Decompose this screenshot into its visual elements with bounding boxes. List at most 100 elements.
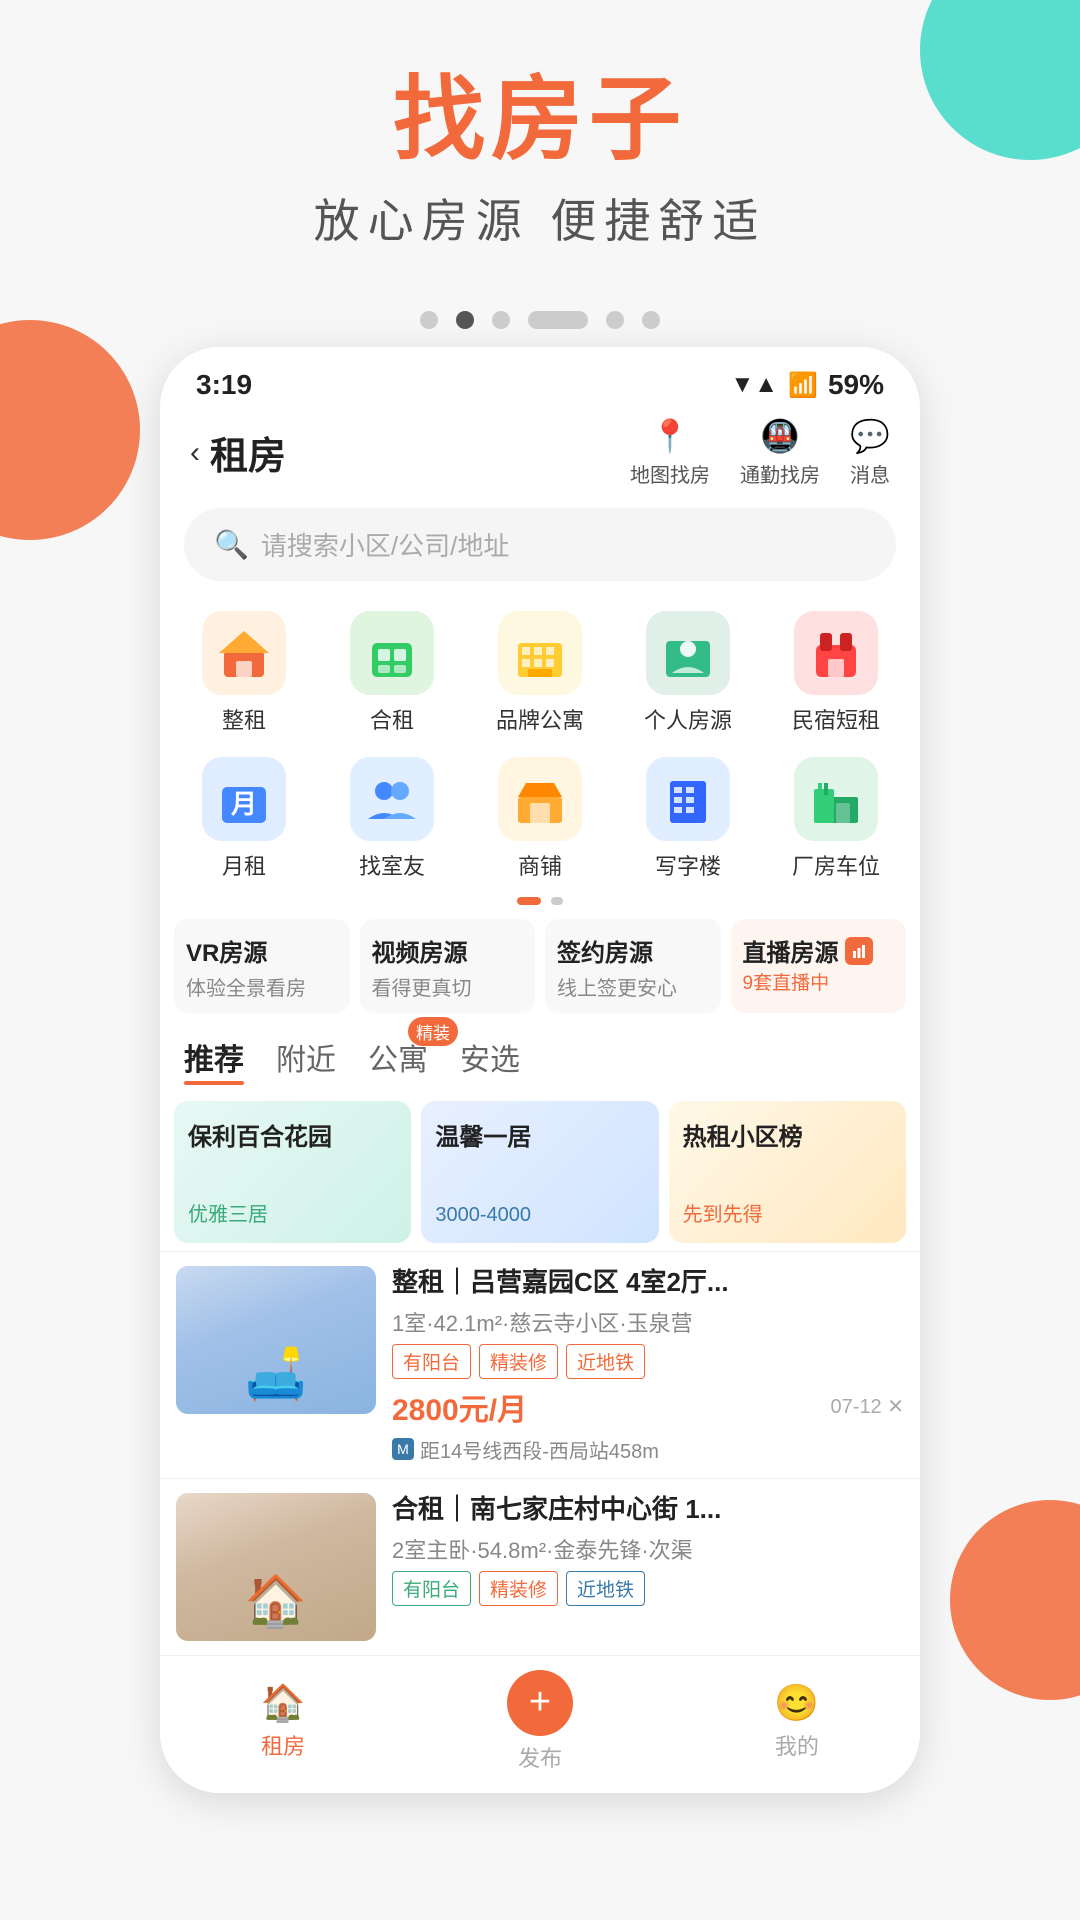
phone-frame: 3:19 ▼▲ 📶 59% ‹ 租房 📍 地图找房 🚇 通勤找房 💬 消息 xyxy=(160,347,920,1793)
promo-card-3[interactable]: 热租小区榜 先到先得 xyxy=(669,1101,906,1243)
dot-3 xyxy=(492,311,510,329)
rent-nav-label: 租房 xyxy=(261,1729,305,1761)
monthly-label: 月租 xyxy=(222,849,266,881)
promo-card-2[interactable]: 温馨一居 3000-4000 xyxy=(421,1101,658,1243)
promo-card-2-title: 温馨一居 xyxy=(435,1117,644,1152)
promo-card-1-sub: 优雅三居 xyxy=(188,1198,397,1227)
category-item-personal[interactable]: 个人房源 xyxy=(614,605,762,741)
search-bar[interactable]: 🔍 请搜索小区/公司/地址 xyxy=(184,508,896,581)
sign-desc: 线上签更安心 xyxy=(557,972,709,1001)
signal-icon: 📶 xyxy=(788,371,818,400)
brand-icon xyxy=(498,611,582,695)
page-header: 找房子 放心房源 便捷舒适 xyxy=(0,0,1080,281)
roommate-label: 找室友 xyxy=(359,849,425,881)
nav-left: ‹ 租房 xyxy=(190,425,286,480)
personal-icon xyxy=(646,611,730,695)
category-item-brand[interactable]: 品牌公寓 xyxy=(466,605,614,741)
vr-feature-card[interactable]: VR房源 体验全景看房 xyxy=(174,919,350,1013)
factory-label: 厂房车位 xyxy=(792,849,880,881)
tag-balcony-1: 有阳台 xyxy=(392,1344,471,1379)
category-item-minsu[interactable]: 民宿短租 xyxy=(762,605,910,741)
status-icons: ▼▲ 📶 59% xyxy=(731,369,884,401)
tab-nearby[interactable]: 附近 xyxy=(276,1035,336,1085)
listing-tags-1: 有阳台 精装修 近地铁 xyxy=(392,1344,904,1379)
sign-feature-card[interactable]: 签约房源 线上签更安心 xyxy=(545,919,721,1013)
status-bar: 3:19 ▼▲ 📶 59% xyxy=(160,347,920,409)
video-feature-card[interactable]: 视频房源 看得更真切 xyxy=(360,919,536,1013)
commute-search-button[interactable]: 🚇 通勤找房 xyxy=(740,417,820,488)
search-input: 请搜索小区/公司/地址 xyxy=(261,526,509,563)
promo-card-2-sub: 3000-4000 xyxy=(435,1204,644,1227)
tag-metro-2: 近地铁 xyxy=(566,1571,645,1606)
listing-date-1: 07-12 ✕ xyxy=(831,1394,904,1419)
listing-item-1[interactable]: 整租｜吕营嘉园C区 4室2厅... 1室·42.1m²·慈云寺小区·玉泉营 有阳… xyxy=(160,1251,920,1478)
dot-6 xyxy=(642,311,660,329)
profile-nav-label: 我的 xyxy=(775,1729,819,1761)
room-illustration xyxy=(176,1493,376,1641)
map-icon: 📍 xyxy=(650,417,690,455)
tag-decor-1: 精装修 xyxy=(479,1344,558,1379)
listing-content-1: 整租｜吕营嘉园C区 4室2厅... 1室·42.1m²·慈云寺小区·玉泉营 有阳… xyxy=(392,1266,904,1464)
category-item-factory[interactable]: 厂房车位 xyxy=(762,751,910,887)
dot-2 xyxy=(456,311,474,329)
promo-card-3-title: 热租小区榜 xyxy=(683,1117,892,1152)
battery-text: 59% xyxy=(828,369,884,401)
promo-cards: 保利百合花园 优雅三居 温馨一居 3000-4000 热租小区榜 先到先得 xyxy=(160,1091,920,1251)
listing-title-1: 整租｜吕营嘉园C区 4室2厅... xyxy=(392,1266,904,1300)
office-icon xyxy=(646,757,730,841)
bottom-nav-rent[interactable]: 🏠 租房 xyxy=(261,1682,306,1761)
bottom-nav-profile[interactable]: 😊 我的 xyxy=(774,1682,819,1761)
plus-icon: + xyxy=(529,1681,551,1724)
category-item-roommate[interactable]: 找室友 xyxy=(318,751,466,887)
category-item-shop[interactable]: 商铺 xyxy=(466,751,614,887)
publish-nav-label: 发布 xyxy=(518,1741,562,1773)
listing-info-1: 1室·42.1m²·慈云寺小区·玉泉营 xyxy=(392,1306,904,1338)
tag-metro-1: 近地铁 xyxy=(566,1344,645,1379)
listing-price-row-1: 2800元/月 07-12 ✕ xyxy=(392,1385,904,1429)
category-grid: 整租 合租 xyxy=(160,597,920,887)
bg-orange-decoration-bottom xyxy=(950,1500,1080,1700)
tab-recommend[interactable]: 推荐 xyxy=(184,1035,244,1085)
listing-item-2[interactable]: 合租｜南七家庄村中心街 1... 2室主卧·54.8m²·金泰先锋·次渠 有阳台… xyxy=(160,1478,920,1655)
back-button[interactable]: ‹ xyxy=(190,436,200,470)
hezi-label: 合租 xyxy=(370,703,414,735)
bottom-nav-publish[interactable]: + 发布 xyxy=(507,1670,573,1773)
live-count: 9套直播中 xyxy=(743,968,895,995)
listing-tags-2: 有阳台 精装修 近地铁 xyxy=(392,1571,904,1606)
listing-title-2: 合租｜南七家庄村中心街 1... xyxy=(392,1493,904,1527)
message-icon: 💬 xyxy=(850,417,890,455)
publish-add-button[interactable]: + xyxy=(507,1670,573,1736)
nav-icons: 📍 地图找房 🚇 通勤找房 💬 消息 xyxy=(630,417,890,488)
tab-curated[interactable]: 安选 xyxy=(460,1035,520,1085)
commute-label: 通勤找房 xyxy=(740,459,820,488)
message-button[interactable]: 💬 消息 xyxy=(850,417,890,488)
page-dot-1 xyxy=(517,897,541,905)
minsu-icon xyxy=(794,611,878,695)
map-label: 地图找房 xyxy=(630,459,710,488)
metro-icon-1: M xyxy=(392,1438,414,1460)
page-title: 找房子 xyxy=(0,70,1080,171)
category-item-monthly[interactable]: 月 月租 xyxy=(170,751,318,887)
video-desc: 看得更真切 xyxy=(372,972,524,1001)
personal-label: 个人房源 xyxy=(644,703,732,735)
listing-img-1 xyxy=(176,1266,376,1414)
svg-text:月: 月 xyxy=(230,789,257,819)
tab-apartment[interactable]: 公寓 精装 xyxy=(368,1035,428,1085)
category-item-zhengzu[interactable]: 整租 xyxy=(170,605,318,741)
listing-content-2: 合租｜南七家庄村中心街 1... 2室主卧·54.8m²·金泰先锋·次渠 有阳台… xyxy=(392,1493,904,1641)
nav-title: 租房 xyxy=(210,425,286,480)
status-time: 3:19 xyxy=(196,369,252,401)
promo-card-1[interactable]: 保利百合花园 优雅三居 xyxy=(174,1101,411,1243)
zhengzu-label: 整租 xyxy=(222,703,266,735)
bg-orange-decoration-top xyxy=(0,320,140,540)
profile-nav-icon: 😊 xyxy=(774,1682,819,1724)
promo-card-1-title: 保利百合花园 xyxy=(188,1117,397,1152)
map-search-button[interactable]: 📍 地图找房 xyxy=(630,417,710,488)
dot-5 xyxy=(606,311,624,329)
bottom-nav: 🏠 租房 + 发布 😊 我的 xyxy=(160,1655,920,1793)
live-feature-card[interactable]: 直播房源 9套直播中 xyxy=(731,919,907,1013)
minsu-label: 民宿短租 xyxy=(792,703,880,735)
category-item-hezi[interactable]: 合租 xyxy=(318,605,466,741)
brand-label: 品牌公寓 xyxy=(496,703,584,735)
category-item-office[interactable]: 写字楼 xyxy=(614,751,762,887)
